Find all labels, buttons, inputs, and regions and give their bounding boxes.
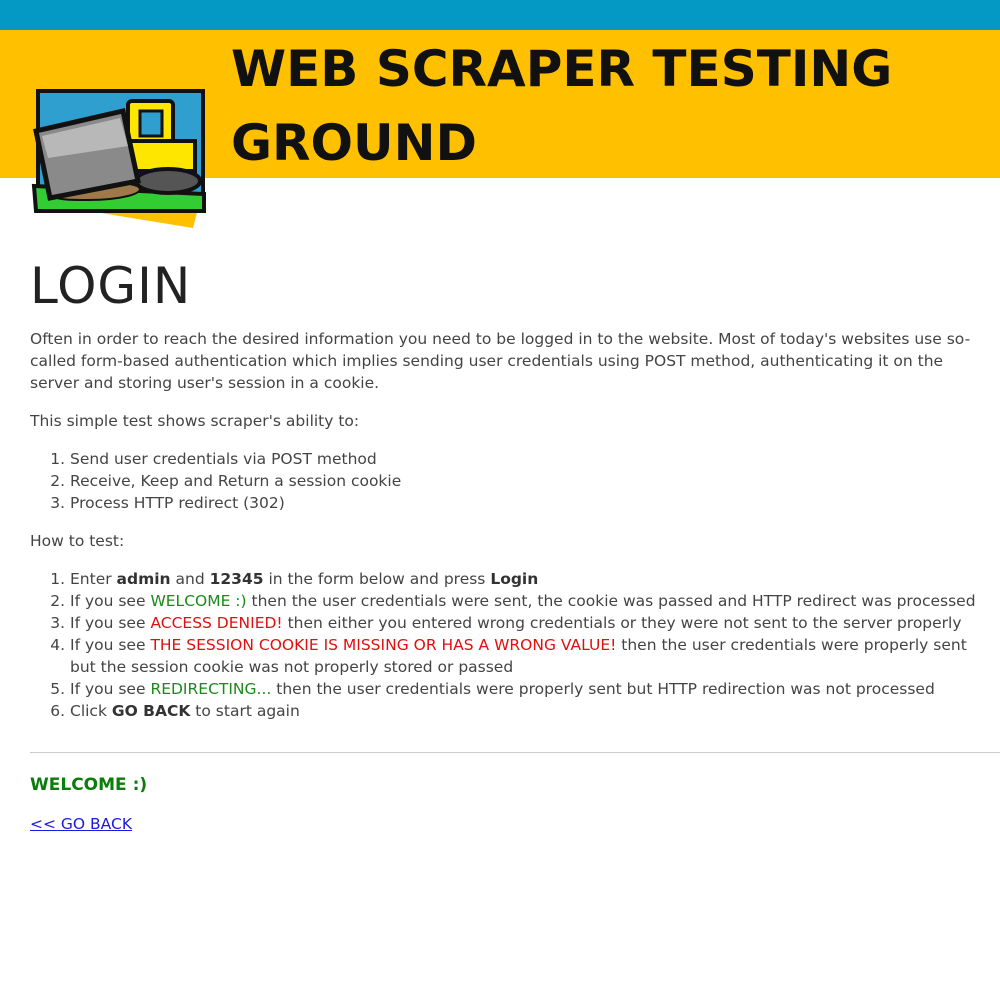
step-text: to start again xyxy=(190,702,300,720)
login-hint: Login xyxy=(490,570,539,588)
main-content: LOGIN Often in order to reach the desire… xyxy=(30,256,1000,833)
username-hint: admin xyxy=(116,570,171,588)
ability-list: Send user credentials via POST method Re… xyxy=(30,448,990,514)
step-text: and xyxy=(170,570,210,588)
step-text: Click xyxy=(70,702,112,720)
go-back-hint: GO BACK xyxy=(111,702,191,720)
bulldozer-logo-icon xyxy=(31,89,206,228)
step-text: If you see xyxy=(70,614,151,632)
result-message: WELCOME :) xyxy=(30,775,148,795)
step-text: Enter xyxy=(70,570,117,588)
step-item: Enter admin and 12345 in the form below … xyxy=(70,568,990,590)
step-item: If you see THE SESSION COOKIE IS MISSING… xyxy=(70,634,990,678)
howto-label: How to test: xyxy=(30,532,125,550)
page-title: LOGIN xyxy=(30,257,192,315)
top-bar xyxy=(0,0,1000,30)
step-item: If you see WELCOME :) then the user cred… xyxy=(70,590,990,612)
step-text: in the form below and press xyxy=(263,570,491,588)
access-denied-highlight: ACCESS DENIED! xyxy=(150,614,283,632)
step-text: then the user credentials were sent, the… xyxy=(246,592,976,610)
site-title: WEB SCRAPER TESTING GROUND xyxy=(231,40,893,172)
intro-paragraph: Often in order to reach the desired info… xyxy=(30,330,971,392)
step-item: If you see REDIRECTING... then the user … xyxy=(70,678,990,700)
go-back-link[interactable]: << GO BACK xyxy=(30,815,132,833)
step-text: If you see xyxy=(70,592,151,610)
step-text: then the user credentials were properly … xyxy=(271,680,935,698)
welcome-highlight: WELCOME :) xyxy=(150,592,247,610)
list-item: Process HTTP redirect (302) xyxy=(70,492,990,514)
step-text: If you see xyxy=(70,636,151,654)
list-item: Receive, Keep and Return a session cooki… xyxy=(70,470,990,492)
redirecting-highlight: REDIRECTING... xyxy=(150,680,272,698)
ability-intro: This simple test shows scraper's ability… xyxy=(30,412,360,430)
divider xyxy=(30,752,1000,753)
list-item: Send user credentials via POST method xyxy=(70,448,990,470)
step-text: If you see xyxy=(70,680,151,698)
step-item: Click GO BACK to start again xyxy=(70,700,990,722)
steps-list: Enter admin and 12345 in the form below … xyxy=(30,568,990,722)
step-item: If you see ACCESS DENIED! then either yo… xyxy=(70,612,990,634)
password-hint: 12345 xyxy=(209,570,264,588)
step-text: then either you entered wrong credential… xyxy=(282,614,962,632)
cookie-missing-highlight: THE SESSION COOKIE IS MISSING OR HAS A W… xyxy=(150,636,617,654)
